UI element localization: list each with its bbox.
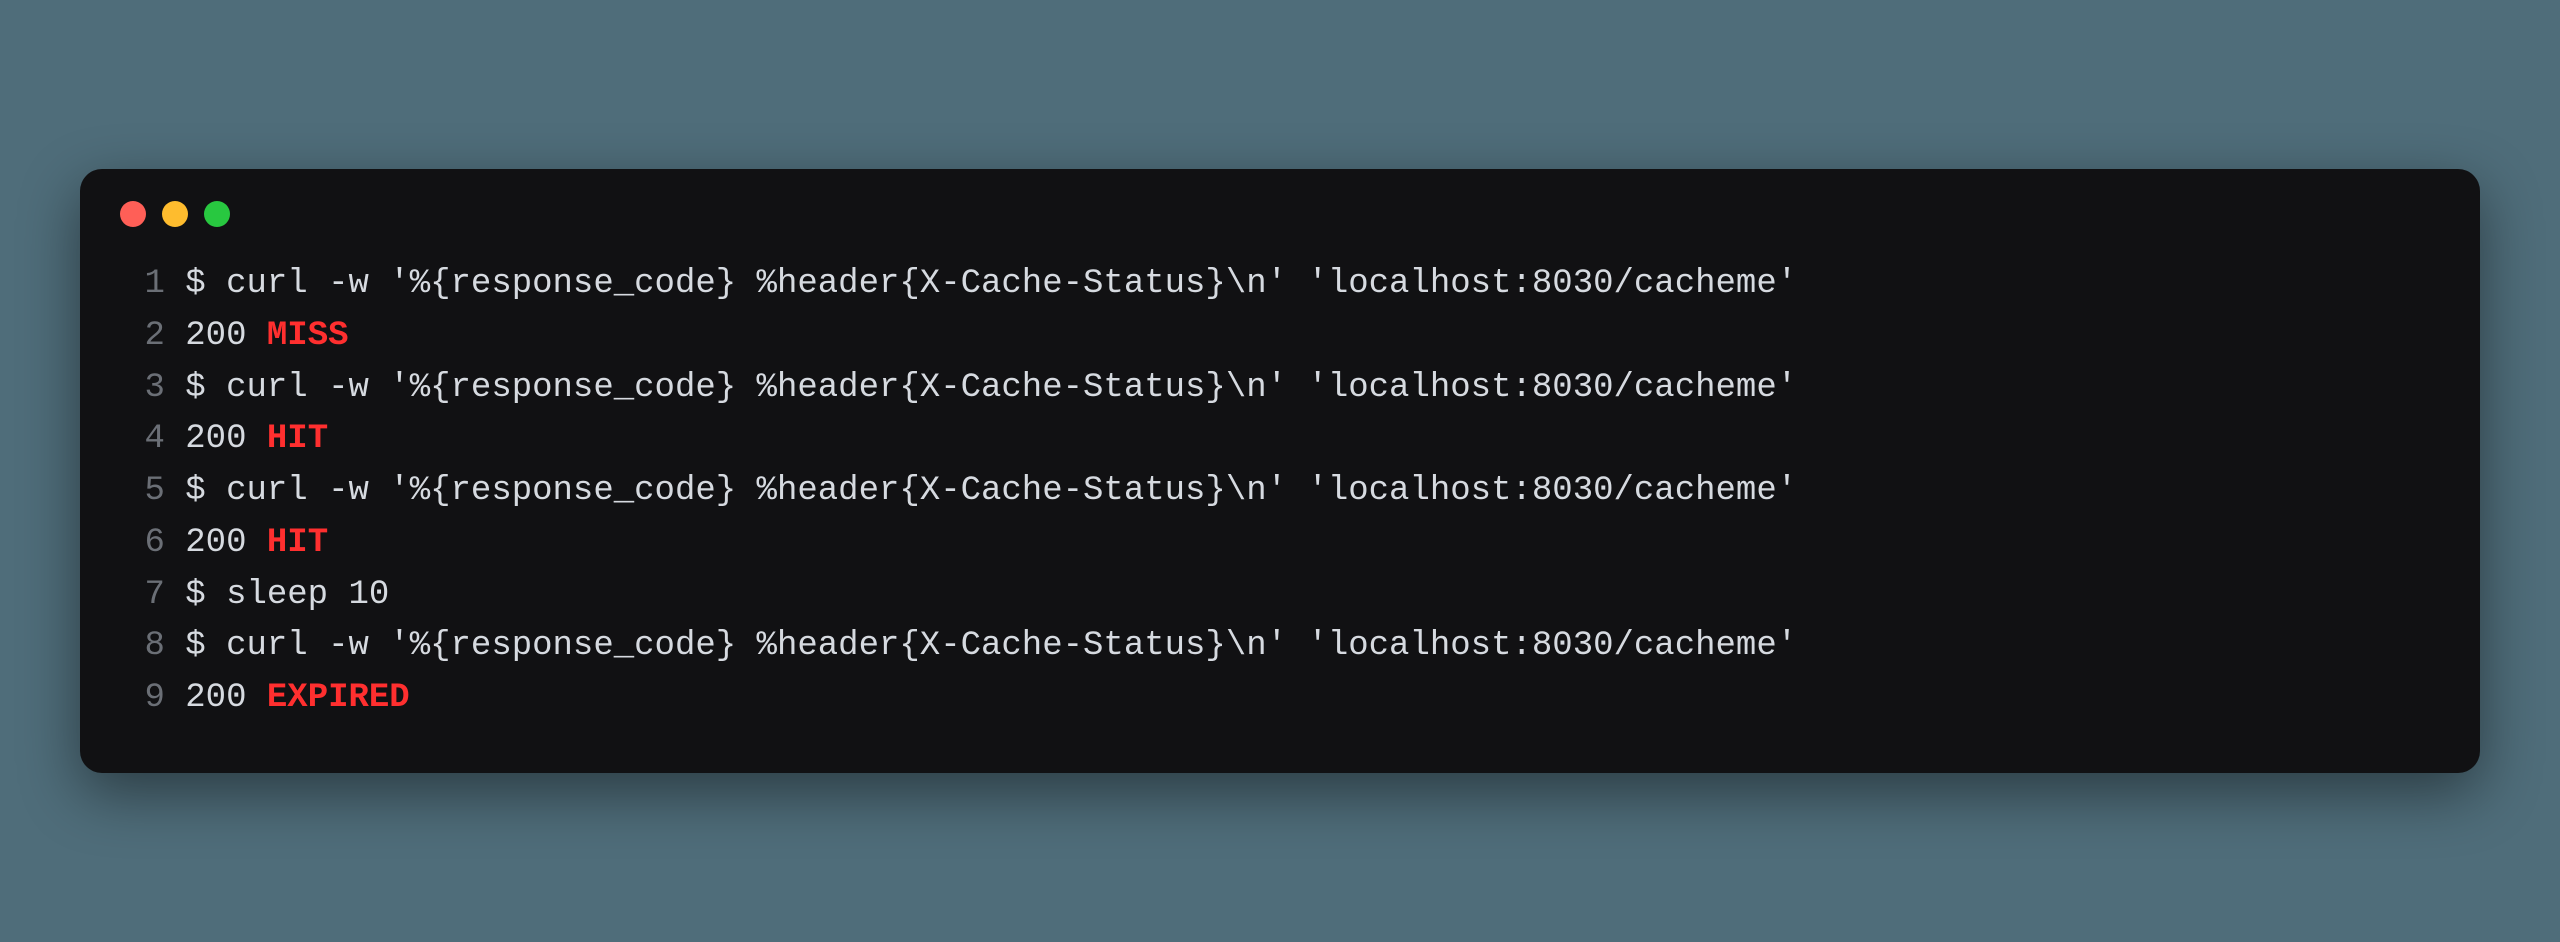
line-content: 200 HIT <box>185 518 328 570</box>
line-content: 200 HIT <box>185 414 328 466</box>
code-line: 6 200 HIT <box>120 518 2440 570</box>
code-text: $ curl -w '%{response_code} %header{X-Ca… <box>185 265 1797 303</box>
close-icon[interactable] <box>120 201 146 227</box>
line-number: 6 <box>120 518 165 570</box>
line-content: $ curl -w '%{response_code} %header{X-Ca… <box>185 259 1797 311</box>
code-line: 7 $ sleep 10 <box>120 570 2440 622</box>
window-titlebar <box>80 169 2480 235</box>
line-number: 2 <box>120 311 165 363</box>
cache-status: EXPIRED <box>267 679 410 717</box>
line-number: 4 <box>120 414 165 466</box>
line-number: 1 <box>120 259 165 311</box>
line-number: 5 <box>120 466 165 518</box>
cache-status: MISS <box>267 317 349 355</box>
zoom-icon[interactable] <box>204 201 230 227</box>
code-line: 4 200 HIT <box>120 414 2440 466</box>
code-text: 200 <box>185 524 267 562</box>
cache-status: HIT <box>267 420 328 458</box>
code-text: $ sleep 10 <box>185 576 389 614</box>
line-number: 3 <box>120 363 165 415</box>
code-text: $ curl -w '%{response_code} %header{X-Ca… <box>185 627 1797 665</box>
terminal-output: 1 $ curl -w '%{response_code} %header{X-C… <box>80 235 2480 724</box>
code-text: $ curl -w '%{response_code} %header{X-Ca… <box>185 369 1797 407</box>
code-text: 200 <box>185 317 267 355</box>
minimize-icon[interactable] <box>162 201 188 227</box>
line-content: $ curl -w '%{response_code} %header{X-Ca… <box>185 466 1797 518</box>
line-content: 200 MISS <box>185 311 348 363</box>
line-number: 8 <box>120 621 165 673</box>
line-number: 7 <box>120 570 165 622</box>
terminal-window: 1 $ curl -w '%{response_code} %header{X-C… <box>80 169 2480 772</box>
code-text: $ curl -w '%{response_code} %header{X-Ca… <box>185 472 1797 510</box>
code-line: 3 $ curl -w '%{response_code} %header{X-C… <box>120 363 2440 415</box>
line-content: $ curl -w '%{response_code} %header{X-Ca… <box>185 621 1797 673</box>
line-number: 9 <box>120 673 165 725</box>
code-line: 8 $ curl -w '%{response_code} %header{X-C… <box>120 621 2440 673</box>
code-line: 1 $ curl -w '%{response_code} %header{X-C… <box>120 259 2440 311</box>
cache-status: HIT <box>267 524 328 562</box>
code-line: 2 200 MISS <box>120 311 2440 363</box>
page-background: 1 $ curl -w '%{response_code} %header{X-C… <box>0 0 2560 942</box>
code-text: 200 <box>185 679 267 717</box>
code-line: 9 200 EXPIRED <box>120 673 2440 725</box>
code-text: 200 <box>185 420 267 458</box>
code-line: 5 $ curl -w '%{response_code} %header{X-C… <box>120 466 2440 518</box>
line-content: 200 EXPIRED <box>185 673 409 725</box>
line-content: $ curl -w '%{response_code} %header{X-Ca… <box>185 363 1797 415</box>
line-content: $ sleep 10 <box>185 570 389 622</box>
